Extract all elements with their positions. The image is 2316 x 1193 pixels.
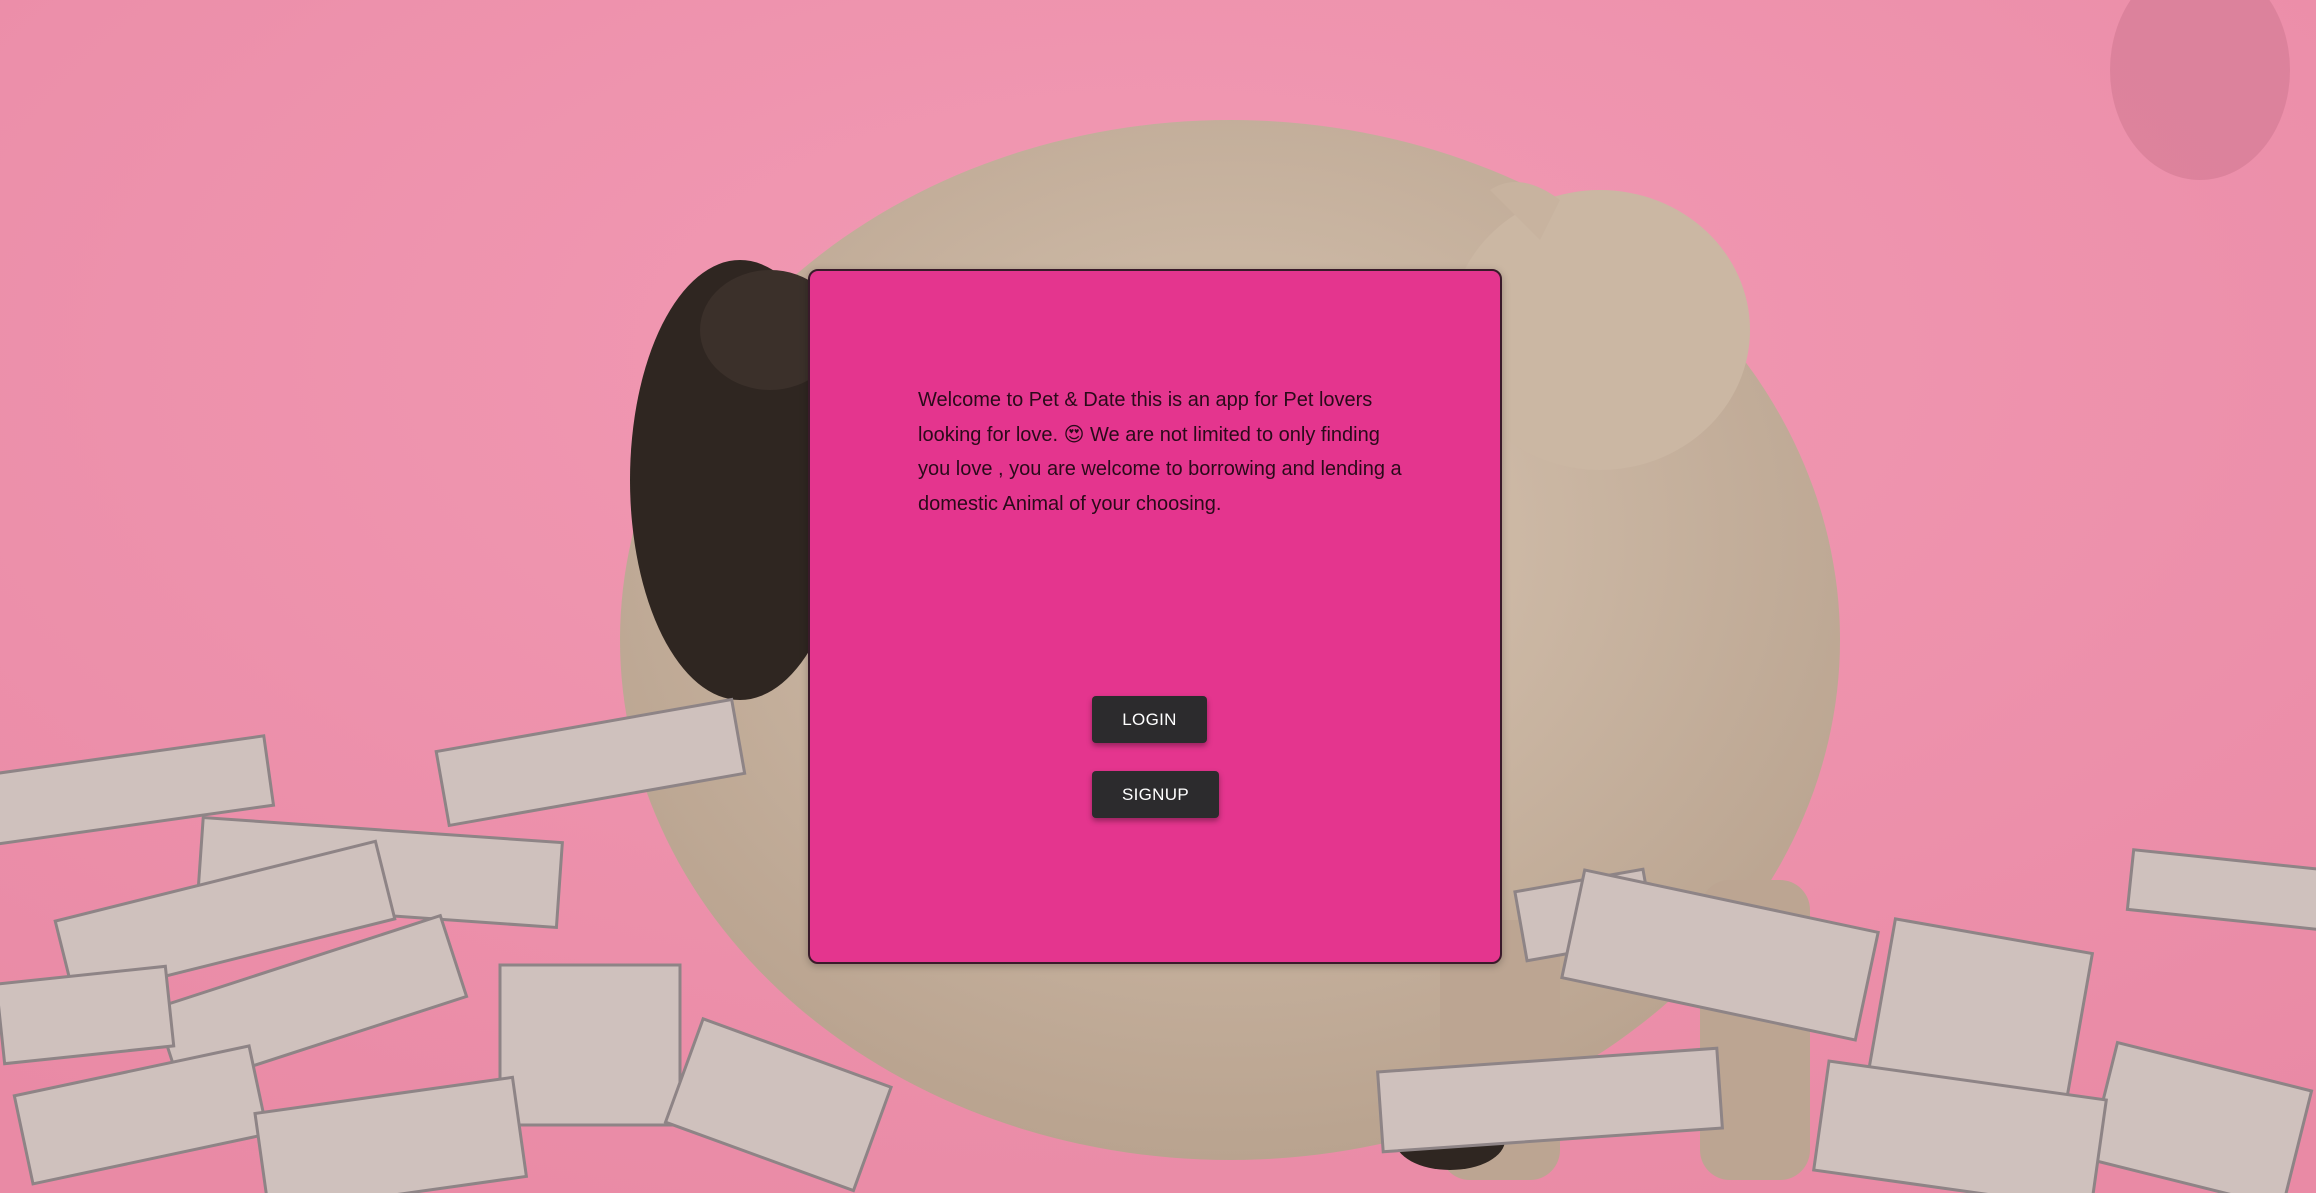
signup-button[interactable]: SIGNUP (1092, 771, 1219, 818)
welcome-message: Welcome to Pet & Date this is an app for… (918, 389, 1402, 515)
landing-page: Welcome to Pet & Date this is an app for… (0, 0, 2316, 1193)
welcome-card: Welcome to Pet & Date this is an app for… (808, 269, 1502, 964)
login-button[interactable]: LOGIN (1092, 696, 1207, 743)
